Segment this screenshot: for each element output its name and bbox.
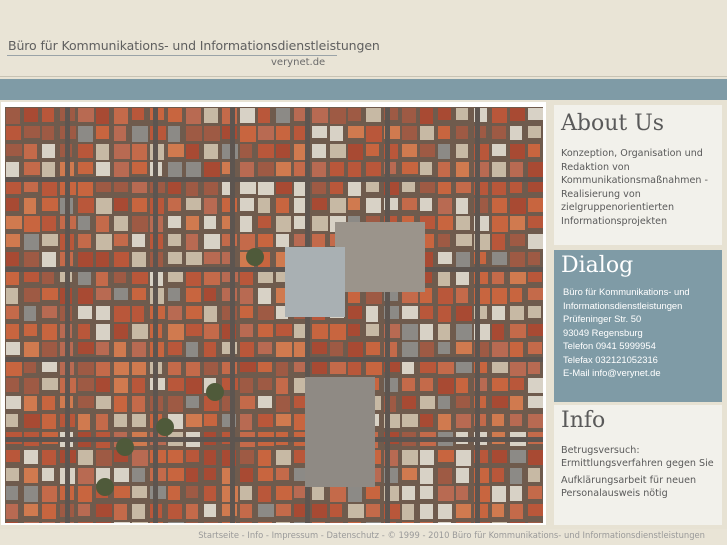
photo-frame (1, 102, 546, 525)
about-line: zielgruppenorientierten (561, 202, 675, 213)
info-heading: Info (561, 408, 606, 433)
header-divider (0, 76, 727, 77)
about-heading: About Us (561, 111, 665, 136)
about-text: Konzeption, Organisation und Redaktion v… (561, 147, 719, 228)
footer-nav: Startseite - Info - Impressum - Datensch… (198, 530, 705, 540)
about-line: Realisierung von (561, 188, 641, 200)
title-underline (7, 55, 337, 56)
info-panel: Info Betrugsversuch: Ermittlungsverfahre… (554, 405, 722, 525)
dialog-panel: Dialog Büro für Kommunikations- und Info… (554, 250, 722, 402)
about-panel: About Us Konzeption, Organisation und Re… (554, 105, 722, 245)
footer-link-datenschutz[interactable]: Datenschutz (326, 530, 379, 540)
info-item-line: Betrugsversuch: (561, 445, 640, 456)
phone-number: Telefon 0941 5999954 (563, 340, 656, 351)
footer-link-impressum[interactable]: Impressum (272, 530, 319, 540)
footer-separator: - (263, 530, 272, 540)
site-title: Büro für Kommunikations- und Information… (8, 38, 380, 53)
info-news-item[interactable]: Aufklärungsarbeit für neuen Personalausw… (561, 475, 721, 500)
about-line: Redaktion von (561, 161, 630, 173)
company-name-line: Informationsdienstleistungen (563, 299, 683, 311)
site-header: Büro für Kommunikations- und Information… (0, 0, 727, 78)
navigation-bar (0, 79, 727, 100)
site-domain: verynet.de (271, 57, 326, 68)
footer-copyright: © 1999 - 2010 Büro für Kommunikations- u… (387, 530, 705, 540)
city-address: 93049 Regensburg (563, 326, 643, 338)
fax-number: Telefax 032121052316 (563, 353, 658, 365)
street-address: Prüfeninger Str. 50 (563, 313, 642, 324)
about-line: Kommunikationsmaßnahmen - (561, 175, 708, 186)
dialog-heading: Dialog (561, 253, 634, 278)
about-line: Konzeption, Organisation und (561, 148, 703, 159)
info-news-item[interactable]: Betrugsversuch: Ermittlungsverfahren geg… (561, 445, 721, 470)
about-line: Informationsprojekten (561, 215, 668, 227)
contact-details: Büro für Kommunikations- und Information… (563, 285, 721, 380)
footer-link-info[interactable]: Info (247, 530, 263, 540)
city-aerial-image (5, 107, 543, 523)
email-link[interactable]: E-Mail info@verynet.de (563, 366, 721, 380)
footer-link-startseite[interactable]: Startseite (198, 530, 239, 540)
city-aerial-photo (5, 107, 543, 523)
company-name-line: Büro für Kommunikations- und (563, 286, 690, 297)
info-item-line: Aufklärungsarbeit für neuen (561, 475, 697, 486)
info-item-line: Ermittlungsverfahren gegen Sie (561, 457, 714, 469)
site-footer: Startseite - Info - Impressum - Datensch… (0, 529, 727, 545)
info-item-line: Personalausweis nötig (561, 487, 668, 499)
